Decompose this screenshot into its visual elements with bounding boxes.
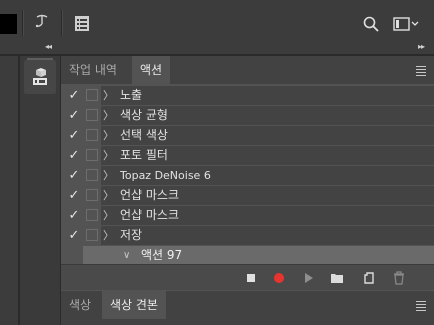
panel-menu-icon[interactable] (416, 66, 426, 78)
new-action-button[interactable] (357, 265, 381, 290)
actions-cube-icon (33, 68, 47, 85)
row-background (101, 226, 434, 245)
chevron-right-icon[interactable]: 〉 (103, 86, 114, 105)
workspace-icon[interactable] (392, 15, 420, 33)
row-background (101, 86, 434, 105)
puppet-warp-icon[interactable] (33, 13, 51, 33)
chevron-right-icon[interactable]: 〉 (103, 186, 114, 205)
toggle-checkmark-icon[interactable]: ✓ (67, 167, 81, 184)
new-item-icon (364, 271, 374, 284)
list-item[interactable]: ✓ 〉 포토 필터 (61, 146, 434, 165)
action-step-label: 선택 색상 (120, 128, 168, 142)
dialog-toggle-box[interactable] (86, 229, 98, 241)
dialog-toggle-box[interactable] (86, 129, 98, 141)
dialog-toggle-box[interactable] (86, 189, 98, 201)
swatches-panel: 색상 색상 견본 (61, 291, 434, 325)
list-item[interactable]: ✓ 〉 Topaz DeNoise 6 (61, 166, 434, 185)
chevron-right-icon[interactable]: 〉 (103, 206, 114, 225)
dialog-toggle-box[interactable] (86, 109, 98, 121)
toggle-checkmark-icon[interactable]: ✓ (67, 127, 81, 144)
trash-icon (394, 270, 404, 285)
collapse-right-icon[interactable]: ▸▸ (418, 42, 425, 51)
toggle-checkmark-icon[interactable]: ✓ (67, 227, 81, 244)
tab-actions[interactable]: 액션 (132, 56, 171, 84)
tab-swatches[interactable]: 색상 견본 (102, 291, 166, 319)
chevron-down-icon[interactable]: ∨ (123, 246, 130, 265)
chevron-right-icon[interactable]: 〉 (103, 146, 114, 165)
divider (61, 10, 63, 36)
chevron-right-icon[interactable]: 〉 (103, 226, 114, 245)
chevron-right-icon[interactable]: 〉 (103, 166, 114, 185)
action-step-label: 포토 필터 (120, 148, 168, 162)
actions-panel: 작업 내역 액션 ✓ 〉 노출 ✓ 〉 색상 균형 ✓ 〉 선택 색상 ✓ 〉 … (61, 56, 434, 290)
new-set-button[interactable] (325, 265, 349, 290)
actions-toolbar (61, 264, 434, 290)
toggle-checkmark-icon[interactable]: ✓ (67, 87, 81, 104)
panel-collapse-bar: ◂◂ ▸▸ (0, 42, 434, 54)
toggle-checkmark-icon[interactable]: ✓ (67, 187, 81, 204)
tab-color[interactable]: 색상 (61, 291, 99, 319)
dialog-toggle-box[interactable] (86, 169, 98, 181)
dialog-toggle-box[interactable] (86, 209, 98, 221)
dialog-toggle-box[interactable] (86, 149, 98, 161)
folder-icon (331, 273, 343, 283)
document-area-edge (0, 56, 20, 325)
options-bar (0, 0, 434, 44)
stop-button[interactable] (239, 265, 263, 290)
panel-menu-icon[interactable] (416, 301, 426, 313)
toggle-checkmark-icon[interactable]: ✓ (67, 107, 81, 124)
delete-button[interactable] (387, 265, 411, 290)
action-step-label: Topaz DeNoise 6 (120, 169, 211, 182)
list-item[interactable]: ✓ 〉 노출 (61, 86, 434, 105)
collapse-left-icon[interactable]: ◂◂ (45, 42, 52, 51)
panel-icon-strip (20, 56, 61, 325)
row-background (83, 246, 434, 265)
dialog-toggle-box[interactable] (86, 89, 98, 101)
action-step-label: 언샵 마스크 (120, 208, 180, 222)
action-step-label: 언샵 마스크 (120, 188, 180, 202)
properties-panel-icon[interactable] (73, 13, 91, 33)
play-icon (305, 272, 313, 283)
list-item[interactable]: ✓ 〉 저장 (61, 226, 434, 245)
divider (22, 10, 24, 36)
action-set-label: 액션 97 (141, 248, 183, 262)
chevron-right-icon[interactable]: 〉 (103, 126, 114, 145)
list-item[interactable]: ✓ 〉 언샵 마스크 (61, 206, 434, 225)
toggle-checkmark-icon[interactable]: ✓ (67, 147, 81, 164)
list-item[interactable]: ✓ 〉 언샵 마스크 (61, 186, 434, 205)
action-step-label: 저장 (120, 228, 143, 242)
record-button[interactable] (267, 265, 291, 290)
actions-panel-tabs: 작업 내역 액션 (61, 56, 434, 84)
list-item[interactable]: ✓ 〉 선택 색상 (61, 126, 434, 145)
search-icon[interactable] (362, 15, 380, 33)
action-set-row[interactable]: ∨ 액션 97 (61, 246, 434, 265)
list-item[interactable]: ✓ 〉 색상 균형 (61, 106, 434, 125)
play-button[interactable] (297, 265, 321, 290)
actions-panel-button[interactable] (24, 58, 56, 94)
chevron-right-icon[interactable]: 〉 (103, 106, 114, 125)
action-step-label: 노출 (120, 88, 143, 102)
stop-icon (247, 273, 255, 282)
foreground-color-swatch[interactable] (0, 14, 17, 34)
tab-history[interactable]: 작업 내역 (61, 56, 125, 84)
action-step-label: 색상 균형 (120, 108, 168, 122)
toggle-checkmark-icon[interactable]: ✓ (67, 207, 81, 224)
record-icon (274, 272, 284, 283)
